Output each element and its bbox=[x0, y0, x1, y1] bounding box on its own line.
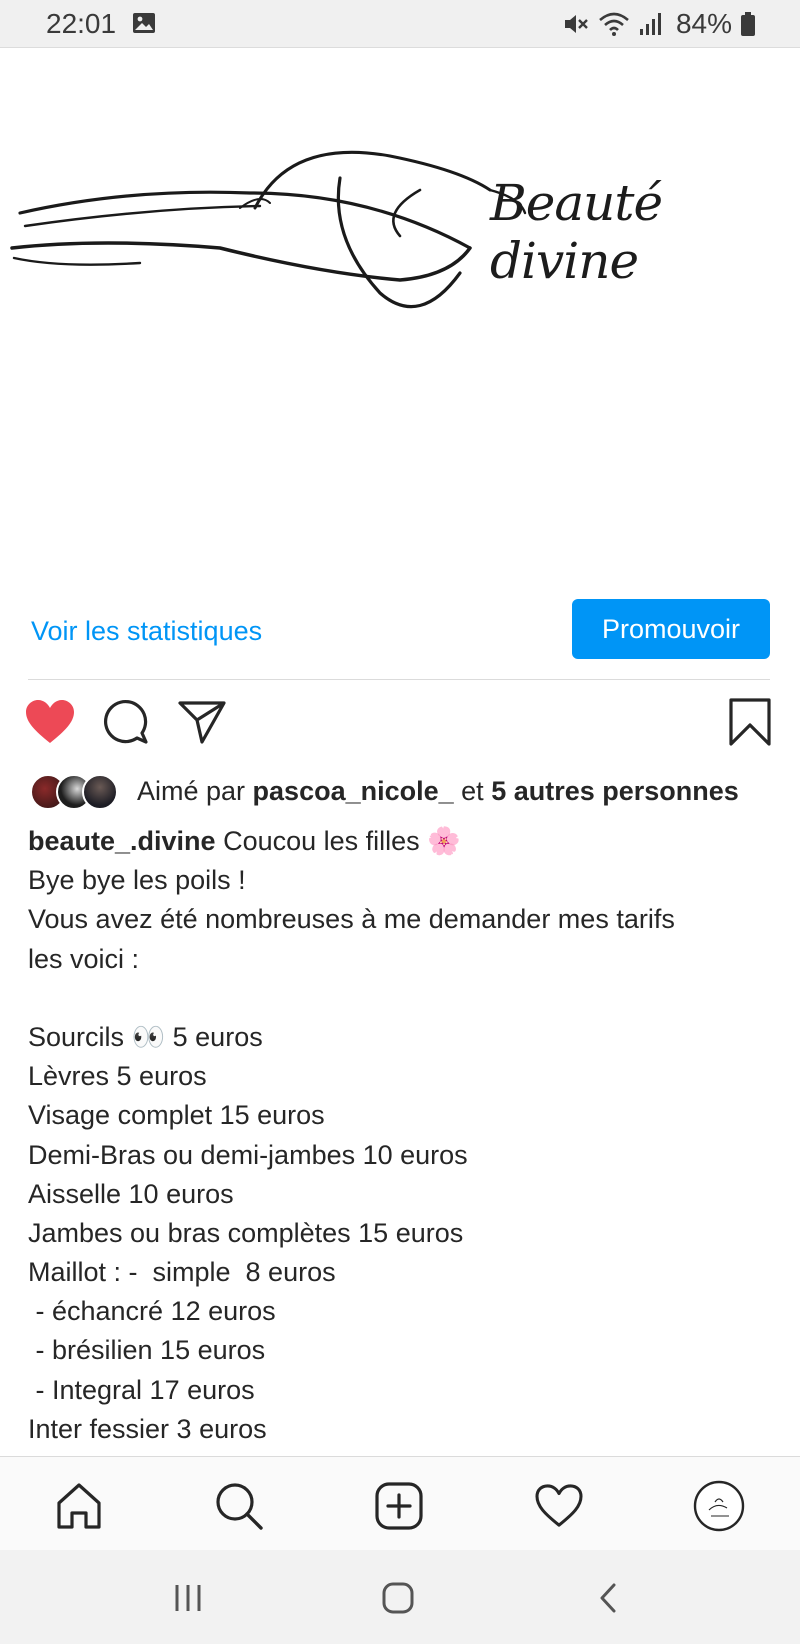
likes-text: Aimé par pascoa_nicole_ et 5 autres pers… bbox=[137, 776, 739, 807]
caption-line: Visage complet 15 euros bbox=[28, 1100, 325, 1131]
activity-icon[interactable] bbox=[532, 1479, 586, 1533]
profile-avatar[interactable] bbox=[692, 1479, 746, 1533]
caption-line: Maillot : - simple 8 euros bbox=[28, 1257, 336, 1288]
bookmark-icon[interactable] bbox=[724, 696, 776, 748]
back-icon[interactable] bbox=[588, 1580, 628, 1616]
search-icon[interactable] bbox=[212, 1479, 266, 1533]
likes-prefix: Aimé par bbox=[137, 776, 253, 806]
insights-row: Voir les statistiques Promouvoir bbox=[28, 598, 770, 680]
caption-line: Inter fessier 3 euros bbox=[28, 1413, 267, 1444]
post-caption: beaute_.divine Coucou les filles 🌸 Bye b… bbox=[28, 822, 778, 1449]
caption-line: Jambes ou bras complètes 15 euros bbox=[28, 1217, 464, 1248]
likes-middle: et bbox=[453, 776, 492, 806]
view-insights-link[interactable]: Voir les statistiques bbox=[31, 616, 262, 647]
battery-icon bbox=[741, 12, 755, 36]
caption-line: - échancré 12 euros bbox=[28, 1296, 276, 1327]
caption-line: Lèvres 5 euros bbox=[28, 1061, 207, 1092]
caption-line bbox=[28, 979, 778, 1018]
caption-line: Aisselle 10 euros bbox=[28, 1178, 234, 1209]
wifi-icon bbox=[599, 12, 629, 36]
recent-apps-icon[interactable] bbox=[168, 1580, 208, 1616]
brand-logo-text: Beauté divine bbox=[490, 174, 663, 290]
status-bar: 22:01 84% bbox=[0, 0, 800, 48]
caption-username[interactable]: beaute_.divine bbox=[28, 826, 216, 856]
heart-icon[interactable] bbox=[24, 696, 76, 748]
liker-username[interactable]: pascoa_nicole_ bbox=[253, 776, 454, 806]
likes-others[interactable]: 5 autres personnes bbox=[491, 776, 739, 806]
caption-line: les voici : bbox=[28, 943, 140, 974]
bottom-nav bbox=[0, 1456, 800, 1550]
likes-row[interactable]: Aimé par pascoa_nicole_ et 5 autres pers… bbox=[30, 772, 790, 812]
caption-text: Coucou les filles 🌸 bbox=[215, 826, 461, 856]
status-time: 22:01 bbox=[46, 8, 117, 39]
promote-button[interactable]: Promouvoir bbox=[572, 599, 770, 659]
mute-icon bbox=[564, 15, 588, 33]
image-icon bbox=[133, 13, 155, 33]
status-icons: 84% bbox=[562, 8, 756, 40]
caption-line: Vous avez été nombreuses à me demander m… bbox=[28, 904, 675, 935]
avatar bbox=[82, 774, 118, 810]
battery-percent: 84% bbox=[675, 8, 732, 39]
caption-first-line: beaute_.divine Coucou les filles 🌸 bbox=[28, 822, 778, 861]
create-icon[interactable] bbox=[372, 1479, 426, 1533]
caption-line: Sourcils 👀 5 euros bbox=[28, 1021, 263, 1052]
comment-icon[interactable] bbox=[100, 696, 152, 748]
post-image[interactable]: Beauté divine bbox=[0, 48, 800, 588]
caption-line: Demi-Bras ou demi-jambes 10 euros bbox=[28, 1139, 468, 1170]
caption-line: - Integral 17 euros bbox=[28, 1374, 255, 1405]
caption-line: - brésilien 15 euros bbox=[28, 1335, 266, 1366]
post-actions bbox=[24, 696, 774, 752]
share-icon[interactable] bbox=[176, 696, 228, 748]
caption-line: Bye bye les poils ! bbox=[28, 865, 246, 896]
signal-icon bbox=[639, 13, 661, 35]
system-nav bbox=[0, 1550, 800, 1644]
home-icon[interactable] bbox=[52, 1479, 106, 1533]
home-button-icon[interactable] bbox=[378, 1580, 418, 1616]
